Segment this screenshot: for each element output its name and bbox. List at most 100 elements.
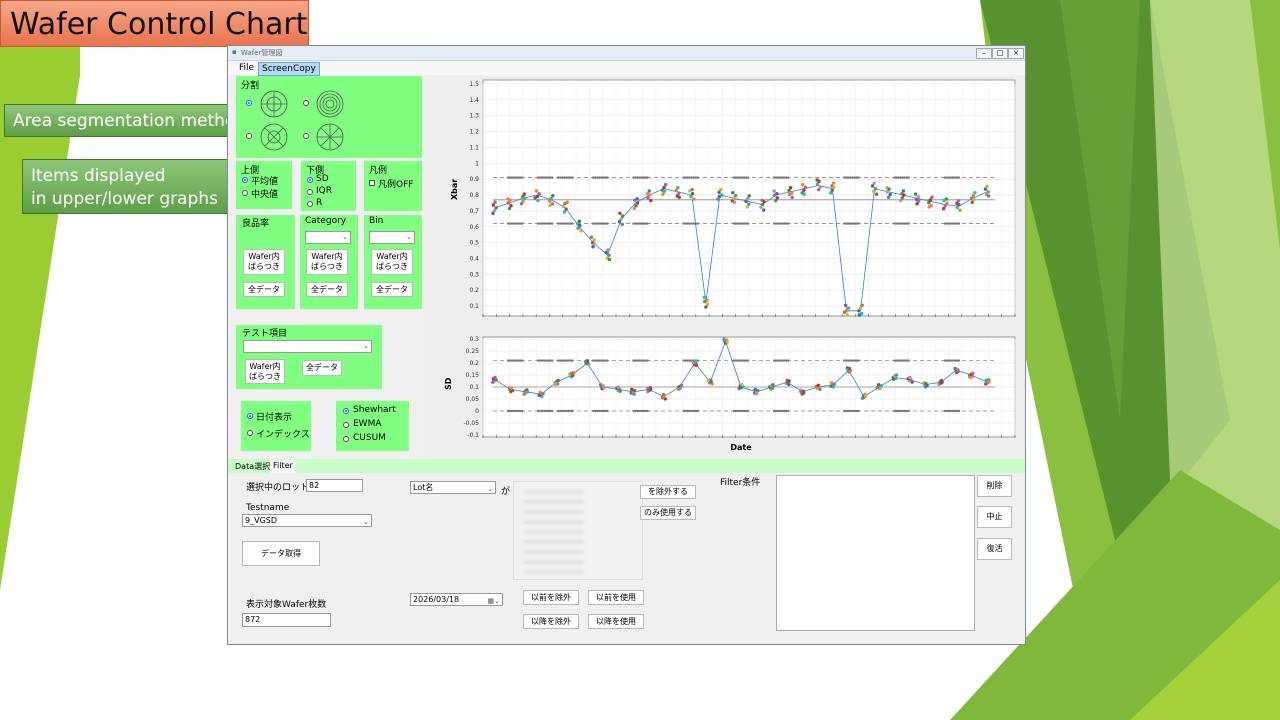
test-item-all-data-button[interactable]: 全データ	[302, 360, 342, 376]
data-point	[945, 201, 949, 205]
data-point	[536, 198, 540, 203]
data-point	[829, 381, 834, 385]
yield-wafer-variation-button[interactable]: Wafer内 ばらつき	[243, 249, 285, 275]
filter-column-dropdown[interactable]: Lot名 ⌄	[410, 481, 496, 494]
data-point	[578, 223, 582, 228]
index-radio[interactable]	[247, 430, 253, 436]
data-point	[556, 378, 560, 383]
data-point	[985, 184, 989, 189]
data-point	[635, 201, 640, 205]
data-point	[817, 179, 821, 184]
date-picker[interactable]: 2026/03/18 ▦⌄	[410, 593, 503, 606]
lot-value-list[interactable]	[513, 481, 643, 580]
upper-mean-radio[interactable]	[242, 177, 248, 183]
ucl-marker	[520, 359, 524, 362]
exclude-button[interactable]: を除外する	[640, 485, 696, 499]
only-use-button[interactable]: のみ使用する	[640, 506, 696, 520]
data-point	[719, 187, 723, 192]
test-item-dropdown[interactable]: ⌄	[243, 340, 372, 353]
legend-off-checkbox[interactable]	[369, 180, 375, 186]
test-item-wafer-variation-button[interactable]: Wafer内 ばらつき	[245, 359, 285, 384]
chevron-down-icon: ⌄	[342, 233, 348, 241]
division-radio-3[interactable]	[246, 133, 252, 139]
ewma-radio[interactable]	[343, 422, 349, 428]
y-tick-label: 0.8	[469, 192, 479, 199]
lcl-marker	[606, 409, 609, 413]
data-point	[553, 382, 557, 387]
data-point	[803, 185, 808, 190]
data-point	[894, 373, 899, 377]
category-dropdown[interactable]: ⌄	[305, 231, 351, 244]
data-point	[831, 181, 836, 185]
restore-button[interactable]: 復活	[977, 538, 1012, 560]
data-point	[618, 211, 622, 216]
data-point	[523, 196, 527, 200]
after-use-button[interactable]: 以降を使用	[588, 614, 644, 629]
data-point	[863, 394, 868, 398]
y-tick-label: 0.4	[469, 255, 479, 262]
window-title: Wafer管理図	[241, 49, 283, 57]
selected-lots-field[interactable]: 82	[306, 479, 363, 492]
bin-dropdown[interactable]: ⌄	[369, 231, 415, 244]
date-display-radio[interactable]	[247, 413, 253, 419]
data-point	[693, 359, 697, 363]
menu-file[interactable]: File	[236, 62, 257, 74]
minimize-icon[interactable]: –	[976, 48, 992, 59]
y-tick-label: 0.15	[466, 372, 480, 379]
lcl-marker	[571, 222, 574, 225]
lower-sd-radio[interactable]	[307, 177, 313, 183]
division-ring-sectors-icon	[260, 123, 288, 151]
testname-dropdown[interactable]: 9_VGSD ⌄	[242, 514, 372, 527]
division-radio-4[interactable]	[303, 133, 309, 139]
before-use-button[interactable]: 以前を使用	[588, 590, 644, 605]
before-exclude-button[interactable]: 以前を除外	[523, 590, 579, 605]
y-tick-label: 0.1	[469, 384, 479, 391]
data-point	[731, 190, 735, 195]
shewhart-label: Shewhart	[353, 405, 396, 415]
after-exclude-button[interactable]: 以降を除外	[523, 614, 579, 629]
maximize-icon[interactable]: □	[992, 48, 1008, 59]
y-tick-label: 0	[475, 408, 479, 415]
category-wafer-variation-button[interactable]: Wafer内 ばらつき	[306, 249, 348, 275]
filter-condition-list[interactable]	[776, 475, 975, 631]
lower-iqr-radio[interactable]	[307, 189, 313, 195]
lcl-marker	[746, 222, 750, 225]
tab-filter[interactable]: Filter	[270, 460, 296, 473]
data-point	[857, 313, 861, 317]
data-point	[860, 303, 864, 308]
cancel-button[interactable]: 中止	[977, 506, 1012, 528]
category-all-data-button[interactable]: 全データ	[306, 282, 348, 297]
yield-all-data-button[interactable]: 全データ	[243, 282, 285, 297]
lcl-marker	[571, 409, 574, 413]
data-point	[630, 387, 634, 392]
upper-median-radio[interactable]	[242, 190, 248, 196]
data-point	[537, 393, 541, 398]
cusum-radio[interactable]	[343, 436, 349, 442]
lower-r-radio[interactable]	[307, 201, 313, 207]
division-radial-sectors-icon	[316, 123, 344, 151]
chevron-down-icon: ⌄	[487, 485, 493, 493]
menu-screencopy[interactable]: ScreenCopy	[258, 62, 320, 76]
date-value: 2026/03/18	[413, 595, 460, 604]
shewhart-radio[interactable]	[343, 408, 349, 414]
display-wafers-field[interactable]: 872	[242, 613, 331, 627]
tab-data-select[interactable]: Data選択	[232, 461, 273, 473]
data-point	[971, 371, 975, 375]
ucl-marker	[857, 176, 860, 179]
ucl-marker	[907, 176, 910, 179]
y-tick-label: 1	[475, 160, 479, 167]
cusum-label: CUSUM	[353, 433, 386, 443]
bin-all-data-button[interactable]: 全データ	[371, 282, 413, 297]
division-concentric-cross-icon	[260, 90, 288, 118]
delete-button[interactable]: 削除	[977, 475, 1012, 497]
lcl-marker	[786, 409, 790, 413]
close-icon[interactable]: ×	[1008, 48, 1024, 59]
division-radio-2[interactable]	[303, 100, 309, 106]
y-tick-label: 0.3	[469, 336, 479, 343]
ucl-marker	[957, 176, 961, 179]
menubar: File ScreenCopy	[228, 61, 1025, 76]
get-data-button[interactable]: データ取得	[242, 541, 320, 566]
lcl-marker	[746, 409, 750, 413]
division-radio-1[interactable]	[246, 100, 252, 106]
bin-wafer-variation-button[interactable]: Wafer内 ばらつき	[371, 249, 413, 275]
